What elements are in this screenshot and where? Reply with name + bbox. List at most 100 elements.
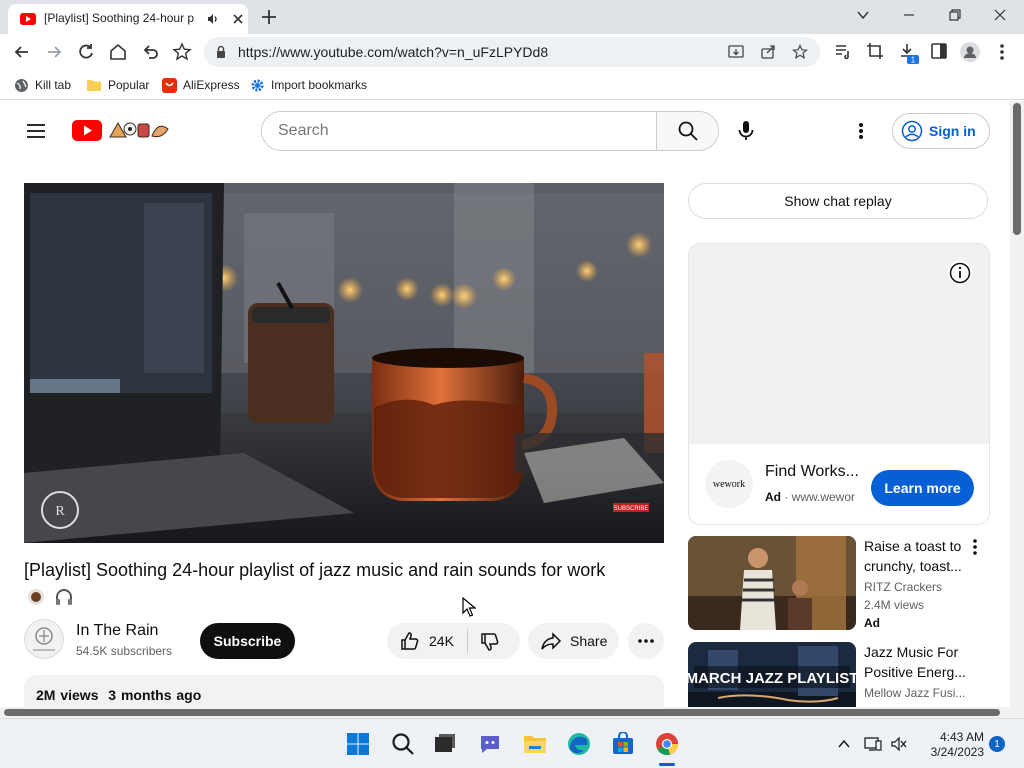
video-thumbnail[interactable]: [688, 536, 856, 630]
share-page-icon[interactable]: [760, 44, 776, 60]
description-box[interactable]: 2M views 3 months ago: [24, 675, 664, 707]
undo-icon[interactable]: [140, 42, 160, 62]
info-icon[interactable]: [947, 260, 973, 286]
search-button[interactable]: [656, 112, 718, 150]
side-panel-icon[interactable]: [930, 42, 948, 60]
restore-icon[interactable]: [948, 8, 962, 22]
bookmark-kill-tab[interactable]: Kill tab: [14, 76, 71, 94]
tab-title: [Playlist] Soothing 24-hour p: [44, 11, 195, 25]
hamburger-menu-icon[interactable]: [26, 123, 46, 139]
clock-date: 3/24/2023: [930, 745, 984, 759]
home-icon[interactable]: [108, 42, 128, 62]
back-arrow-icon[interactable]: [12, 42, 32, 62]
video-frame-image: R SUBSCRIBE: [24, 183, 664, 543]
browser-tab-active[interactable]: [Playlist] Soothing 24-hour p: [8, 4, 248, 34]
crop-extension-icon[interactable]: [866, 42, 884, 60]
system-clock[interactable]: 4:43 AM 3/24/2023: [914, 730, 984, 760]
more-actions-button[interactable]: [628, 623, 664, 659]
sign-in-button[interactable]: Sign in: [892, 113, 990, 149]
notification-badge[interactable]: 1: [989, 736, 1005, 752]
show-hidden-icons-chevron-up-icon[interactable]: [836, 736, 852, 752]
chat-teams-icon[interactable]: [478, 732, 502, 756]
vertical-scrollbar[interactable]: [1010, 101, 1024, 707]
advertiser-logo[interactable]: wework: [705, 460, 753, 508]
scrollbar-thumb[interactable]: [1013, 103, 1021, 235]
video-player[interactable]: R SUBSCRIBE: [24, 183, 664, 543]
url-text[interactable]: https://www.youtube.com/watch?v=n_uFzLPY…: [238, 44, 548, 60]
subscribe-button[interactable]: Subscribe: [200, 623, 295, 659]
recommendation-item[interactable]: Raise a toast to crunchy, toast... RITZ …: [688, 536, 990, 632]
taskbar-search-icon[interactable]: [391, 732, 415, 756]
install-app-icon[interactable]: [728, 44, 744, 60]
share-label: Share: [570, 633, 608, 649]
file-explorer-icon[interactable]: [523, 732, 547, 756]
scrollbar-thumb[interactable]: [4, 709, 1000, 716]
volume-muted-icon[interactable]: [890, 736, 908, 752]
horizontal-scrollbar[interactable]: [0, 707, 1024, 718]
tab-search-chevron-down-icon[interactable]: [856, 8, 870, 22]
bookmarks-bar: Kill tab Popular AliExpress Import bookm…: [0, 70, 1024, 100]
youtube-watch-page: Sign in: [0, 101, 1010, 707]
settings-kebab-icon[interactable]: [852, 121, 870, 141]
task-view-icon[interactable]: [433, 732, 457, 756]
video-thumbnail[interactable]: MARCH JAZZ PLAYLIST: [688, 642, 856, 707]
network-display-icon[interactable]: [864, 736, 882, 752]
bookmark-star-icon[interactable]: [792, 44, 808, 60]
like-divider: [467, 629, 468, 653]
tab-close-icon[interactable]: [230, 11, 246, 27]
edge-browser-icon[interactable]: [567, 732, 591, 756]
bookmark-folder-popular[interactable]: Popular: [86, 76, 149, 94]
bookmark-label: Popular: [108, 78, 150, 92]
bookmark-aliexpress[interactable]: AliExpress: [162, 76, 240, 94]
view-count: 2M views: [36, 687, 99, 703]
search-box: [261, 111, 719, 151]
ad-title[interactable]: Find Works...: [765, 463, 859, 481]
channel-avatar[interactable]: [24, 619, 64, 659]
recommendation-title[interactable]: Raise a toast to crunchy, toast...: [864, 536, 972, 576]
microphone-icon[interactable]: [734, 119, 758, 143]
show-chat-replay-button[interactable]: Show chat replay: [688, 183, 988, 219]
browser-toolbar: https://www.youtube.com/watch?v=n_uFzLPY…: [0, 34, 1024, 70]
reload-icon[interactable]: [76, 42, 96, 62]
like-dislike-group: 24K: [387, 623, 520, 659]
like-button[interactable]: 24K: [387, 623, 467, 659]
browser-menu-kebab-icon[interactable]: [996, 42, 1008, 62]
doodle-logo-art: [109, 121, 169, 138]
bookmark-label: AliExpress: [183, 78, 240, 92]
forward-arrow-icon[interactable]: [44, 42, 64, 62]
star-bookmark-icon[interactable]: [172, 42, 192, 62]
globe-icon: [14, 78, 29, 93]
share-button[interactable]: Share: [528, 623, 619, 659]
recommendation-channel: Mellow Jazz Fusi...: [864, 686, 966, 700]
youtube-favicon-icon: [20, 13, 36, 25]
bookmark-import[interactable]: Import bookmarks: [250, 76, 367, 94]
address-bar[interactable]: https://www.youtube.com/watch?v=n_uFzLPY…: [204, 37, 820, 67]
search-input[interactable]: [262, 112, 656, 150]
recommendation-title[interactable]: Jazz Music For Positive Energ...: [864, 642, 972, 682]
window-close-icon[interactable]: [993, 8, 1007, 22]
downloads-icon[interactable]: 1: [898, 42, 920, 64]
speaker-icon[interactable]: [206, 12, 220, 26]
profile-avatar-icon[interactable]: [960, 42, 980, 62]
media-controls-icon[interactable]: [834, 42, 852, 60]
sign-in-label: Sign in: [929, 123, 976, 139]
sponsored-ad-card[interactable]: wework Find Works... Ad · www.wewor Lear…: [688, 243, 990, 525]
new-tab-plus-icon[interactable]: [260, 8, 278, 26]
ad-label: Ad: [765, 490, 781, 504]
minimize-icon[interactable]: [902, 8, 916, 22]
channel-name[interactable]: In The Rain: [76, 622, 158, 640]
more-vertical-icon[interactable]: [970, 538, 980, 556]
windows-start-icon[interactable]: [346, 732, 370, 756]
microsoft-store-icon[interactable]: [611, 732, 635, 756]
chrome-browser-icon[interactable]: [655, 732, 679, 756]
mouse-pointer-icon: [462, 597, 476, 617]
youtube-logo[interactable]: [72, 119, 170, 143]
ad-domain: www.wewor: [791, 490, 856, 504]
recommendation-item[interactable]: MARCH JAZZ PLAYLIST Jazz Music For Posit…: [688, 642, 990, 707]
bookmark-label: Kill tab: [35, 78, 72, 92]
ad-badge: Ad: [864, 616, 880, 630]
bookmark-label: Import bookmarks: [271, 78, 368, 92]
thumbs-down-icon[interactable]: [479, 631, 501, 653]
lock-icon[interactable]: [214, 45, 228, 59]
learn-more-button[interactable]: Learn more: [871, 470, 974, 506]
